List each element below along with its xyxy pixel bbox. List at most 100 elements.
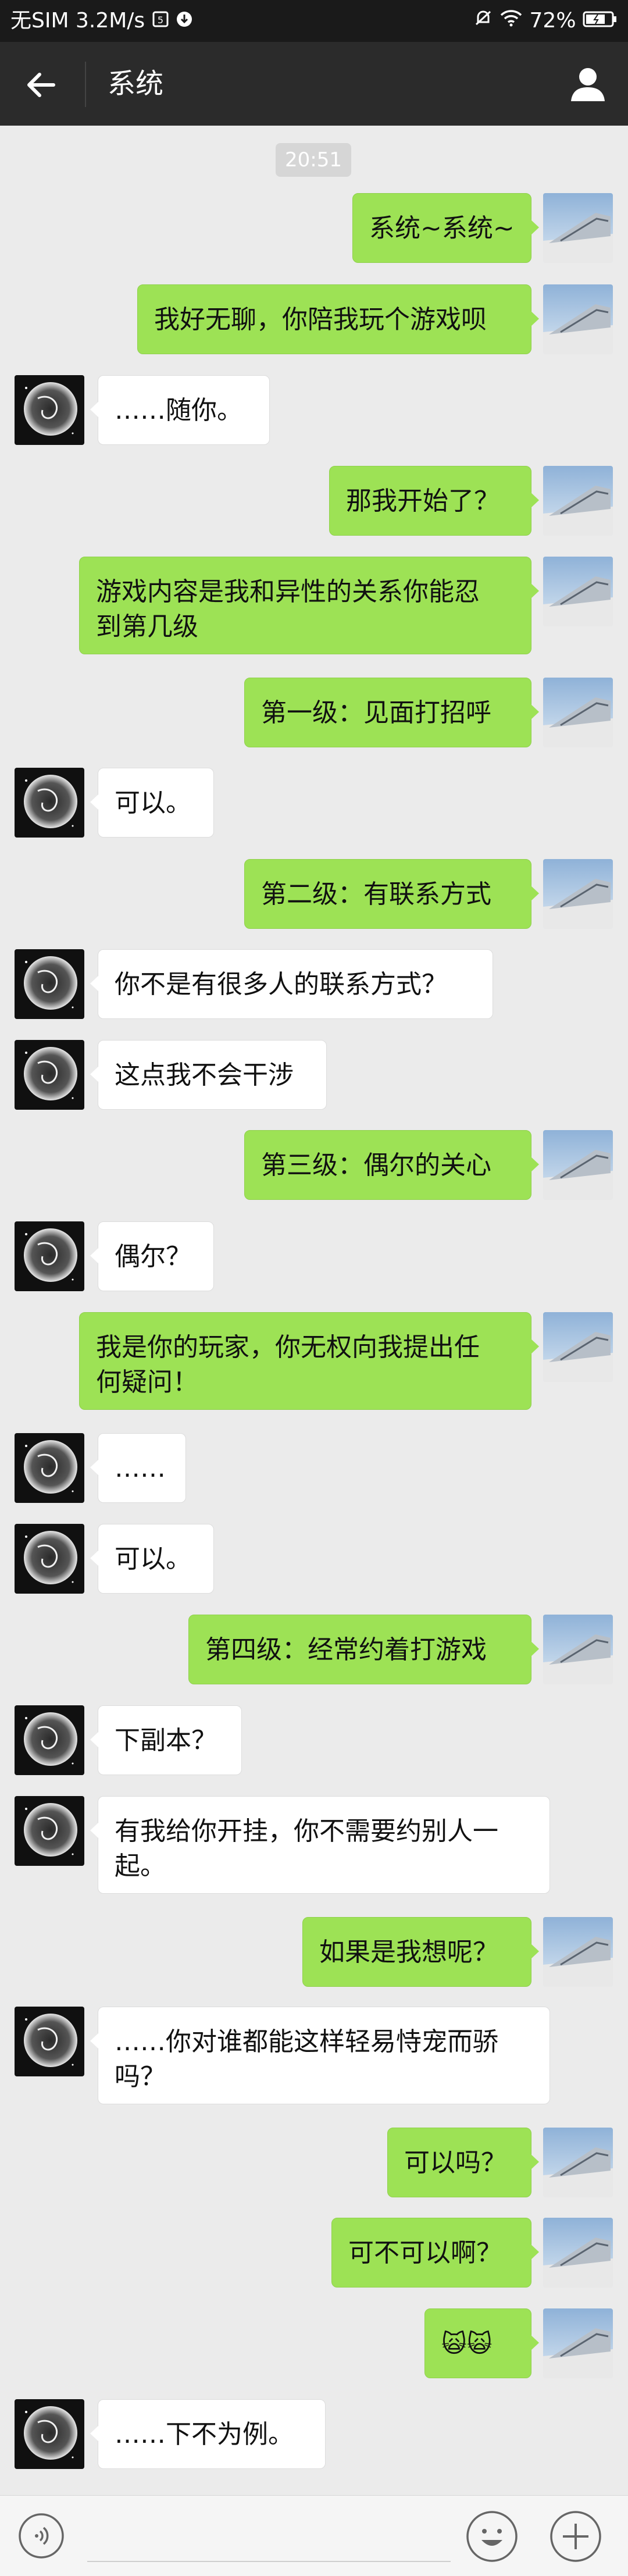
- system-avatar[interactable]: [15, 1524, 84, 1594]
- my-message-bubble[interactable]: 可不可以啊？: [331, 2218, 539, 2288]
- system-avatar[interactable]: [15, 768, 84, 838]
- message-row: 可以。: [0, 1524, 628, 1595]
- message-row: 我是你的玩家，你无权向我提出任 何疑问！: [0, 1312, 628, 1411]
- message-row: 有我给你开挂，你不需要约别人一 起。: [0, 1796, 628, 1895]
- my-avatar[interactable]: [543, 1615, 613, 1684]
- ship-avatar-icon: [543, 1917, 613, 1987]
- message-row: ……你对谁都能这样轻易恃宠而骄 吗？: [0, 2007, 628, 2105]
- system-message-bubble[interactable]: 偶尔？: [90, 1221, 214, 1291]
- ship-avatar-icon: [543, 1615, 613, 1684]
- orb-avatar-icon: [15, 949, 84, 1019]
- notification-icon: 5: [152, 1, 169, 42]
- voice-input-button[interactable]: [17, 2512, 65, 2560]
- orb-avatar-icon: [15, 2399, 84, 2469]
- system-message-bubble[interactable]: 这点我不会干涉: [90, 1040, 327, 1110]
- my-message-bubble[interactable]: 游戏内容是我和异性的关系你能忍 到第几级: [79, 557, 539, 654]
- orb-avatar-icon: [15, 1796, 84, 1866]
- my-avatar[interactable]: [543, 1312, 613, 1382]
- system-avatar[interactable]: [15, 375, 84, 445]
- back-button[interactable]: [22, 66, 59, 104]
- my-message-bubble[interactable]: 系统~系统~: [352, 193, 539, 263]
- system-message-bubble[interactable]: ……随你。: [90, 375, 270, 445]
- my-message-bubble[interactable]: 我是你的玩家，你无权向我提出任 何疑问！: [79, 1312, 539, 1410]
- message-row: 我好无聊，你陪我玩个游戏呗: [0, 284, 628, 355]
- system-avatar[interactable]: [15, 1796, 84, 1866]
- my-avatar[interactable]: [543, 557, 613, 626]
- system-avatar[interactable]: [15, 1433, 84, 1503]
- message-row: 可以。: [0, 768, 628, 839]
- system-message-bubble[interactable]: 可以。: [90, 1524, 214, 1594]
- system-message-bubble[interactable]: 可以。: [90, 768, 214, 838]
- my-message-bubble[interactable]: 我好无聊，你陪我玩个游戏呗: [137, 284, 539, 354]
- ship-avatar-icon: [543, 284, 613, 354]
- ship-avatar-icon: [543, 2308, 613, 2378]
- mute-bell-icon: [473, 1, 493, 42]
- my-message-bubble[interactable]: 如果是我想呢？: [302, 1917, 539, 1987]
- system-message-bubble[interactable]: 你不是有很多人的联系方式？: [90, 949, 493, 1019]
- my-avatar[interactable]: [543, 284, 613, 354]
- person-icon: [571, 68, 605, 101]
- message-row: 偶尔？: [0, 1221, 628, 1292]
- chat-title: 系统: [108, 67, 164, 100]
- message-row: 第四级：经常约着打游戏: [0, 1615, 628, 1686]
- my-message-bubble[interactable]: 可以吗？: [387, 2128, 539, 2197]
- emoji-button[interactable]: [465, 2510, 519, 2563]
- my-avatar[interactable]: [543, 466, 613, 536]
- plus-circle-icon: [550, 2511, 601, 2562]
- message-row: 那我开始了？: [0, 466, 628, 537]
- emoji-message-bubble[interactable]: 🙀🙀: [424, 2308, 539, 2378]
- message-row: 这点我不会干涉: [0, 1040, 628, 1111]
- my-avatar[interactable]: [543, 2218, 613, 2288]
- system-avatar[interactable]: [15, 1040, 84, 1110]
- system-avatar[interactable]: [15, 2007, 84, 2076]
- message-row: ……: [0, 1433, 628, 1504]
- ship-avatar-icon: [543, 557, 613, 626]
- status-bar: 无SIM 3.2M/s 5 72%: [0, 0, 628, 42]
- my-avatar[interactable]: [543, 2128, 613, 2197]
- system-message-bubble[interactable]: ……下不为例。: [90, 2399, 326, 2469]
- message-row: 🙀🙀: [0, 2308, 628, 2379]
- input-bar: [0, 2495, 628, 2576]
- message-row: ……随你。: [0, 375, 628, 446]
- battery-percent: 72%: [529, 9, 576, 33]
- contact-profile-button[interactable]: [568, 64, 608, 105]
- my-avatar[interactable]: [543, 1917, 613, 1987]
- system-message-bubble[interactable]: ……: [90, 1433, 186, 1503]
- ship-avatar-icon: [543, 1312, 613, 1382]
- smiley-icon: [466, 2511, 518, 2562]
- my-message-bubble[interactable]: 第一级：见面打招呼: [244, 678, 539, 747]
- system-message-bubble[interactable]: 有我给你开挂，你不需要约别人一 起。: [90, 1796, 550, 1894]
- system-avatar[interactable]: [15, 1705, 84, 1775]
- ship-avatar-icon: [543, 2218, 613, 2288]
- system-message-bubble[interactable]: ……你对谁都能这样轻易恃宠而骄 吗？: [90, 2007, 550, 2104]
- my-avatar[interactable]: [543, 678, 613, 747]
- system-message-bubble[interactable]: 下副本？: [90, 1705, 242, 1775]
- ship-avatar-icon: [543, 1130, 613, 1200]
- ship-avatar-icon: [543, 859, 613, 929]
- carrier-label: 无SIM: [10, 9, 69, 33]
- my-avatar[interactable]: [543, 859, 613, 929]
- my-avatar[interactable]: [543, 1130, 613, 1200]
- wifi-icon: [499, 1, 523, 42]
- my-avatar[interactable]: [543, 2308, 613, 2378]
- my-message-bubble[interactable]: 那我开始了？: [329, 466, 539, 536]
- download-icon: [176, 1, 193, 42]
- message-row: 可以吗？: [0, 2128, 628, 2199]
- my-avatar[interactable]: [543, 193, 613, 263]
- my-message-bubble[interactable]: 第四级：经常约着打游戏: [188, 1615, 539, 1684]
- chat-header: 系统: [0, 42, 628, 126]
- header-divider: [85, 62, 86, 107]
- orb-avatar-icon: [15, 1221, 84, 1291]
- system-avatar[interactable]: [15, 2399, 84, 2469]
- system-avatar[interactable]: [15, 949, 84, 1019]
- message-input[interactable]: [87, 2561, 451, 2562]
- system-avatar[interactable]: [15, 1221, 84, 1291]
- my-message-bubble[interactable]: 第三级：偶尔的关心: [244, 1130, 539, 1200]
- ship-avatar-icon: [543, 466, 613, 536]
- message-row: ……下不为例。: [0, 2399, 628, 2470]
- message-row: 第二级：有联系方式: [0, 859, 628, 930]
- message-timestamp: 20:51: [276, 143, 351, 177]
- my-message-bubble[interactable]: 第二级：有联系方式: [244, 859, 539, 929]
- more-options-button[interactable]: [549, 2510, 602, 2563]
- orb-avatar-icon: [15, 1433, 84, 1503]
